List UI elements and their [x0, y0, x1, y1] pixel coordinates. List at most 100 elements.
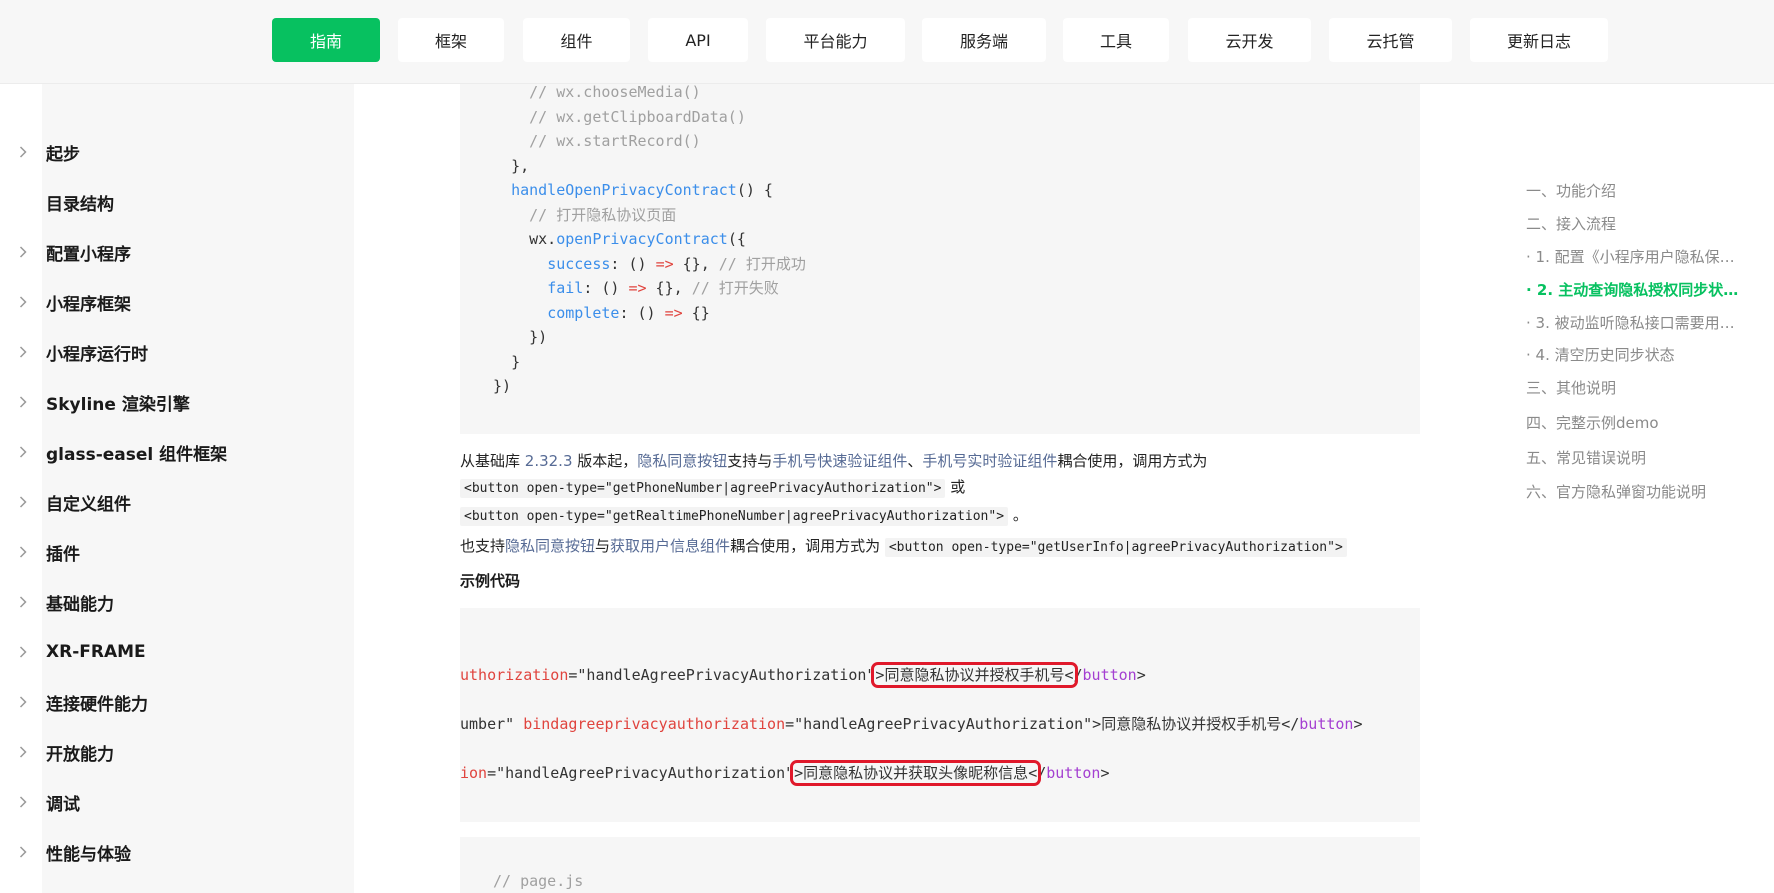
- code-function-name: openPrivacyContract: [556, 230, 728, 248]
- code-token: : (): [619, 303, 665, 322]
- button-text: 同意隐私协议并授权手机号</: [1101, 715, 1300, 733]
- sidebar-item[interactable]: 插件: [0, 532, 354, 572]
- sidebar-item-label: 插件: [46, 544, 80, 565]
- code-row: ion="handleAgreePrivacyAuthorization">同意…: [460, 760, 1110, 786]
- button-text: 同意隐私协议并授权手机号: [884, 666, 1065, 684]
- sidebar-item[interactable]: 目录结构: [0, 182, 354, 222]
- sidebar-item-label: 性能与体验: [46, 844, 131, 865]
- chevron-right-icon: [18, 546, 28, 558]
- chevron-right-icon: [18, 396, 28, 408]
- code-token: /: [1037, 764, 1047, 782]
- chevron-right-icon: [18, 446, 28, 458]
- code-comment: // 打开成功: [718, 254, 806, 273]
- code-comment: // 打开失败: [691, 279, 779, 297]
- sidebar-item[interactable]: 小程序运行时: [0, 332, 354, 372]
- toc-item[interactable]: 五、常见错误说明: [1526, 447, 1746, 468]
- sidebar-item[interactable]: glass-easel 组件框架: [0, 432, 354, 472]
- sidebar-item[interactable]: 连接硬件能力: [0, 682, 354, 722]
- userinfo-component-link[interactable]: 获取用户信息组件: [610, 537, 730, 555]
- code-line: }): [529, 328, 548, 346]
- code-token: >: [794, 764, 804, 782]
- chevron-right-icon: [18, 846, 28, 858]
- text: 。: [1008, 506, 1028, 524]
- toc-item[interactable]: · 3. 被动监听隐私接口需要用户授权事件: [1526, 312, 1746, 333]
- nav-tab-api[interactable]: API: [648, 18, 748, 62]
- text: 支持与: [727, 452, 773, 470]
- nav-tab-server[interactable]: 服务端: [922, 18, 1046, 62]
- toc-item[interactable]: · 1. 配置《小程序用户隐私保护指引》: [1526, 246, 1746, 267]
- code-function-name: handleOpenPrivacyContract: [511, 181, 737, 199]
- version-link[interactable]: 2.32.3: [525, 452, 573, 470]
- nav-tab-guide[interactable]: 指南: [272, 18, 380, 62]
- toc-item[interactable]: 一、功能介绍: [1526, 180, 1746, 201]
- nav-tab-components[interactable]: 组件: [523, 18, 630, 62]
- code-token: {}: [682, 303, 710, 322]
- code-line: }: [511, 352, 521, 371]
- chevron-right-icon: [18, 696, 28, 708]
- sidebar-item[interactable]: 基础能力: [0, 582, 354, 622]
- chevron-right-icon: [18, 496, 28, 508]
- sidebar-item-label: Skyline 渲染引擎: [46, 394, 190, 415]
- sidebar-item[interactable]: XR-FRAME: [0, 632, 354, 672]
- text: 版本起，: [572, 452, 638, 470]
- sidebar-item[interactable]: 起步: [0, 132, 354, 172]
- code-token: ="handleAgreePrivacyAuthorization": [568, 666, 876, 684]
- nav-tab-platform[interactable]: 平台能力: [766, 18, 905, 62]
- code-arrow: =>: [664, 303, 683, 322]
- sidebar-item-label: 起步: [46, 144, 80, 165]
- toc-item[interactable]: · 4. 清空历史同步状态: [1526, 344, 1746, 365]
- code-token: {},: [646, 279, 692, 297]
- code-block-page-js: // page.js: [460, 837, 1420, 893]
- text: 、: [907, 452, 923, 470]
- code-row: umber" bindagreeprivacyauthorization="ha…: [460, 712, 1363, 737]
- code-tag: button: [1082, 666, 1137, 684]
- sidebar-item[interactable]: 配置小程序: [0, 232, 354, 272]
- code-key: fail: [547, 279, 584, 297]
- inline-code: <button open-type="getRealtimePhoneNumbe…: [460, 507, 1009, 526]
- chevron-right-icon: [18, 296, 28, 308]
- sidebar-item-label: glass-easel 组件框架: [46, 444, 228, 465]
- sidebar-item[interactable]: 自定义组件: [0, 482, 354, 522]
- nav-tab-cloud-hosting[interactable]: 云托管: [1329, 18, 1452, 62]
- toc-item[interactable]: · 2. 主动查询隐私授权同步状态以及隐私授权: [1526, 279, 1746, 300]
- sidebar-item-label: 连接硬件能力: [46, 694, 148, 715]
- code-token: >: [1136, 666, 1146, 684]
- code-block-privacy-contract: // wx.chooseMedia() // wx.getClipboardDa…: [460, 84, 1420, 434]
- nav-tab-tools[interactable]: 工具: [1063, 18, 1169, 62]
- nav-tab-changelog[interactable]: 更新日志: [1470, 18, 1608, 62]
- chevron-right-icon: [18, 246, 28, 258]
- toc-item[interactable]: 六、官方隐私弹窗功能说明: [1526, 481, 1746, 502]
- sidebar-item[interactable]: 小程序框架: [0, 282, 354, 322]
- toc-item[interactable]: 二、接入流程: [1526, 213, 1746, 234]
- sidebar-item[interactable]: 开放能力: [0, 732, 354, 772]
- sidebar-item[interactable]: Skyline 渲染引擎: [0, 382, 354, 422]
- phone-realtime-verify-link[interactable]: 手机号实时验证组件: [922, 452, 1057, 470]
- privacy-button-link[interactable]: 隐私同意按钮: [505, 537, 595, 555]
- sidebar-item[interactable]: 性能与体验: [0, 832, 354, 872]
- code-line: // wx.getClipboardData(): [529, 107, 746, 126]
- code-arrow: =>: [655, 254, 674, 273]
- text: 耦合使用，调用方式为: [1057, 452, 1208, 470]
- sidebar-item-label: 自定义组件: [46, 494, 131, 515]
- code-block-wxml-example[interactable]: uthorization="handleAgreePrivacyAuthoriz…: [460, 608, 1420, 822]
- toc-item[interactable]: 三、其他说明: [1526, 377, 1746, 398]
- sidebar-item[interactable]: 调试: [0, 782, 354, 822]
- toc-item[interactable]: 四、完整示例demo: [1526, 412, 1746, 433]
- text: 耦合使用，调用方式为: [730, 537, 885, 555]
- paragraph-line: <button open-type="getRealtimePhoneNumbe…: [460, 502, 1207, 530]
- privacy-button-link[interactable]: 隐私同意按钮: [637, 452, 727, 470]
- code-line: }): [493, 377, 512, 395]
- code-token: >: [1353, 715, 1363, 733]
- chevron-right-icon: [18, 346, 28, 358]
- chevron-right-icon: [18, 146, 28, 158]
- code-token: >: [1100, 764, 1110, 782]
- code-token: ({: [727, 230, 746, 248]
- sidebar-item-label: 基础能力: [46, 594, 114, 615]
- nav-tab-framework[interactable]: 框架: [398, 18, 504, 62]
- code-token: {},: [673, 254, 719, 273]
- nav-tab-cloud-dev[interactable]: 云开发: [1188, 18, 1311, 62]
- code-token: <: [1064, 666, 1074, 684]
- phone-quick-verify-link[interactable]: 手机号快速验证组件: [772, 452, 907, 470]
- code-key: complete: [547, 303, 620, 322]
- text: 从基础库: [460, 452, 525, 470]
